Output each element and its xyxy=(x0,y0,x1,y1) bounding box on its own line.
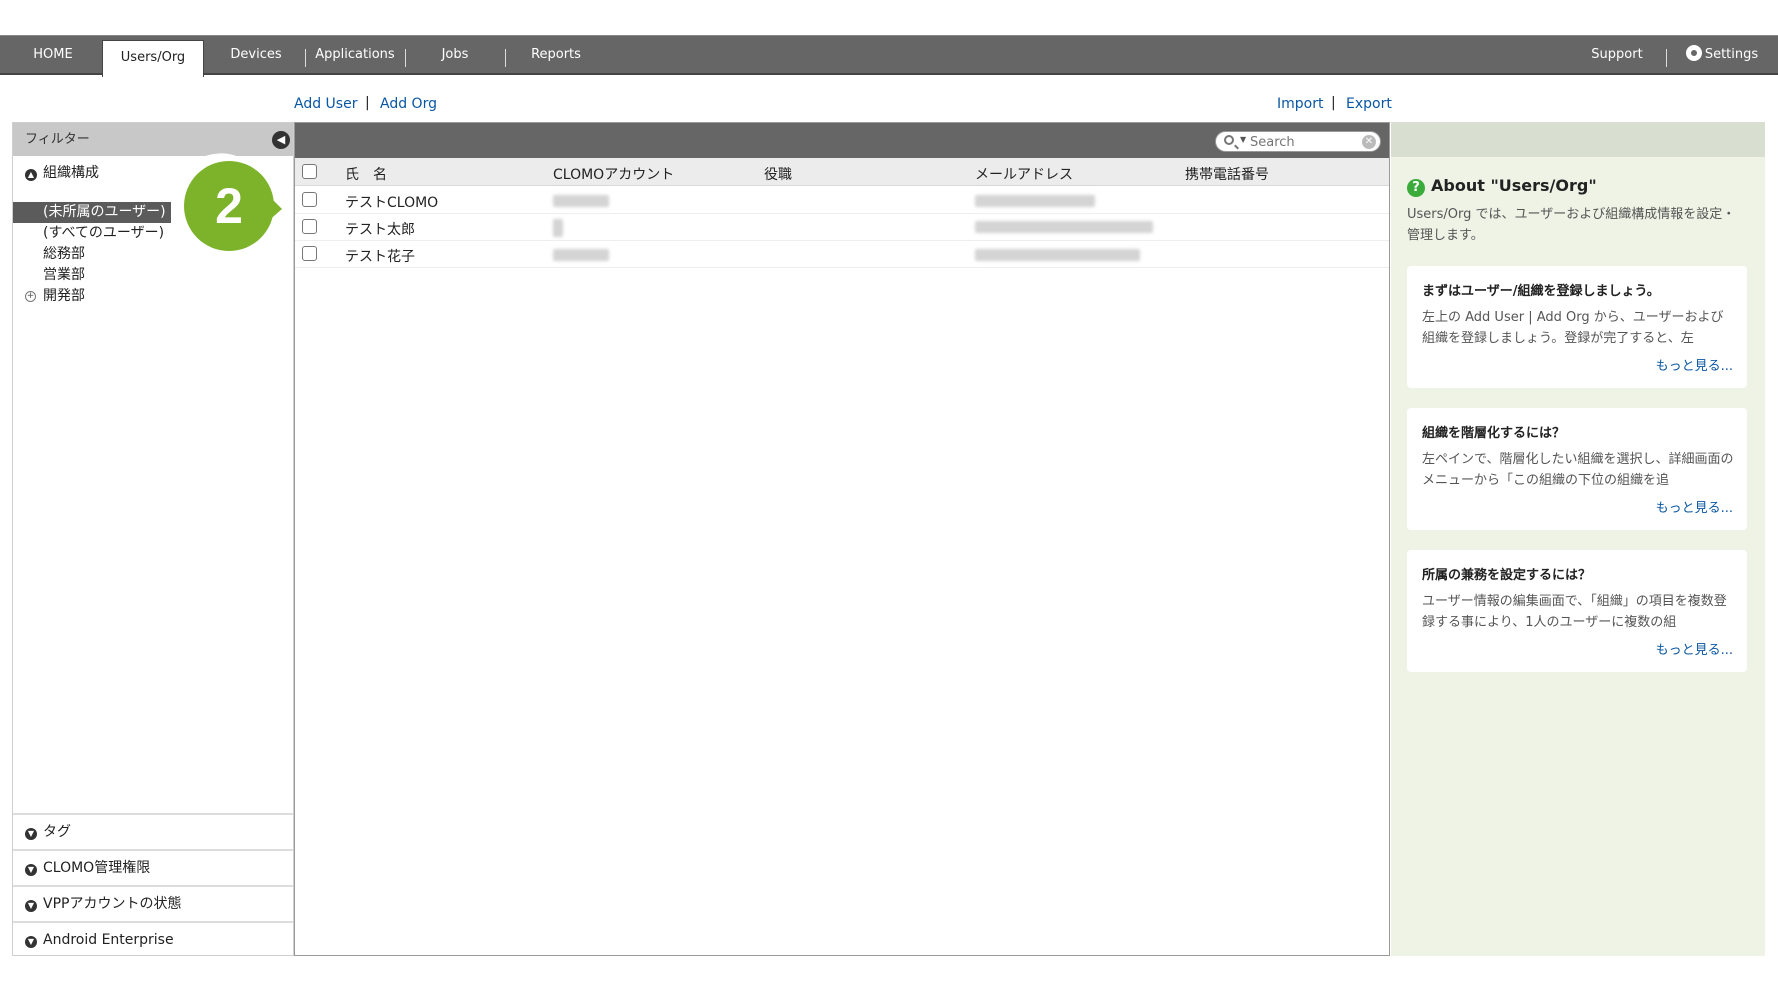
read-more-link[interactable]: もっと見る... xyxy=(1656,497,1733,516)
vpp-status-section[interactable]: ▼ VPPアカウントの状態 xyxy=(13,885,293,919)
export-link[interactable]: Export xyxy=(1346,96,1392,112)
column-mobile[interactable]: 携帯電話番号 xyxy=(1185,164,1269,184)
org-structure-label: 組織構成 xyxy=(43,165,99,181)
list-toolbar: ▼ ✕ xyxy=(295,123,1389,158)
column-email[interactable]: メールアドレス xyxy=(975,164,1073,184)
redacted-email xyxy=(975,249,1140,261)
card-body: ユーザー情報の編集画面で、「組織」の項目を複数登録する事により、1人のユーザーに… xyxy=(1422,594,1727,630)
column-account[interactable]: CLOMOアカウント xyxy=(553,164,674,184)
chevron-down-icon: ▼ xyxy=(25,936,37,948)
nav-separator xyxy=(505,49,506,67)
table-row[interactable]: テストCLOMO xyxy=(295,187,1389,214)
org-item-sales[interactable]: 営業部 xyxy=(13,265,213,286)
read-more-link[interactable]: もっと見る... xyxy=(1656,639,1733,658)
admin-permission-section[interactable]: ▼ CLOMO管理権限 xyxy=(13,849,293,883)
info-title: ? About "Users/Org" xyxy=(1407,176,1597,197)
info-card: 組織を階層化するには？ 左ペインで、階層化したい組織を選択し、詳細画面のメニュー… xyxy=(1407,408,1747,530)
column-name[interactable]: 氏 名 xyxy=(345,164,387,184)
list-header: 氏 名 CLOMOアカウント 役職 メールアドレス 携帯電話番号 xyxy=(295,158,1389,186)
collapse-pane-button[interactable]: ◀ xyxy=(272,131,290,149)
chevron-down-icon: ▼ xyxy=(25,828,37,840)
redacted-account xyxy=(553,219,563,237)
gear-icon xyxy=(1687,47,1700,59)
nav-separator xyxy=(405,49,406,67)
info-pane-header xyxy=(1391,122,1765,157)
filter-title: フィルター xyxy=(25,132,90,147)
user-name: テスト花子 xyxy=(345,249,415,265)
card-title: 組織を階層化するには？ xyxy=(1422,426,1566,441)
search-box[interactable]: ▼ ✕ xyxy=(1215,131,1381,152)
nav-applications[interactable]: Applications xyxy=(312,36,398,74)
chevron-up-icon: ▲ xyxy=(25,169,37,181)
vpp-status-label: VPPアカウントの状態 xyxy=(43,896,182,912)
row-checkbox[interactable] xyxy=(302,219,317,234)
row-checkbox[interactable] xyxy=(302,246,317,261)
nav-reports[interactable]: Reports xyxy=(518,36,594,74)
nav-devices[interactable]: Devices xyxy=(220,36,292,74)
card-title: 所属の兼務を設定するには？ xyxy=(1422,568,1592,583)
action-separator: | xyxy=(1331,95,1336,111)
android-enterprise-section[interactable]: ▼ Android Enterprise xyxy=(13,921,293,955)
nav-separator xyxy=(1666,49,1667,67)
import-link[interactable]: Import xyxy=(1277,96,1323,112)
chevron-down-icon: ▼ xyxy=(25,900,37,912)
android-enterprise-label: Android Enterprise xyxy=(43,932,174,948)
user-name: テスト太郎 xyxy=(345,222,415,238)
nav-jobs[interactable]: Jobs xyxy=(420,36,490,74)
read-more-link[interactable]: もっと見る... xyxy=(1656,355,1733,374)
info-card: 所属の兼務を設定するには？ ユーザー情報の編集画面で、「組織」の項目を複数登録す… xyxy=(1407,550,1747,672)
tag-section-label: タグ xyxy=(43,824,71,840)
redacted-email xyxy=(975,221,1153,233)
info-description: Users/Org では、ユーザーおよび組織構成情報を設定・管理します。 xyxy=(1407,207,1736,243)
clear-search-icon[interactable]: ✕ xyxy=(1362,135,1376,149)
settings-label: Settings xyxy=(1704,47,1759,62)
search-input[interactable] xyxy=(1250,134,1350,150)
help-icon: ? xyxy=(1407,179,1425,197)
org-item-development[interactable]: + 開発部 xyxy=(13,286,213,307)
info-card: まずはユーザー/組織を登録しましょう。 左上の Add User | Add O… xyxy=(1407,266,1747,388)
org-item-development-label: 開発部 xyxy=(43,288,85,304)
dropdown-caret-icon[interactable]: ▼ xyxy=(1240,135,1246,144)
nav-users-org[interactable]: Users/Org xyxy=(102,40,204,77)
user-name: テストCLOMO xyxy=(345,195,439,211)
info-title-text: About "Users/Org" xyxy=(1431,176,1597,195)
search-icon xyxy=(1224,135,1234,145)
nav-home[interactable]: HOME xyxy=(18,36,88,74)
user-list-pane: ▼ ✕ 氏 名 CLOMOアカウント 役職 メールアドレス 携帯電話番号 テスト… xyxy=(294,122,1390,956)
nav-separator xyxy=(305,49,306,67)
card-title: まずはユーザー/組織を登録しましょう。 xyxy=(1422,284,1660,299)
step-callout: 2 xyxy=(174,153,282,258)
admin-permission-label: CLOMO管理権限 xyxy=(43,860,151,876)
card-body: 左ペインで、階層化したい組織を選択し、詳細画面のメニューから「この組織の下位の組… xyxy=(1422,452,1734,488)
info-pane: ? About "Users/Org" Users/Org では、ユーザーおよび組… xyxy=(1391,122,1765,956)
top-navigation-bar: HOME Users/Org Devices Applications Jobs… xyxy=(0,35,1778,77)
redacted-account xyxy=(553,195,609,207)
add-user-link[interactable]: Add User xyxy=(294,96,357,112)
nav-support[interactable]: Support xyxy=(1582,36,1652,74)
add-org-link[interactable]: Add Org xyxy=(380,96,437,112)
table-row[interactable]: テスト花子 xyxy=(295,241,1389,268)
select-all-checkbox[interactable] xyxy=(302,164,317,179)
action-separator: | xyxy=(365,95,370,111)
card-body: 左上の Add User | Add Org から、ユーザーおよび組織を登録しま… xyxy=(1422,310,1724,346)
column-title[interactable]: 役職 xyxy=(764,164,792,184)
table-row[interactable]: テスト太郎 xyxy=(295,214,1389,241)
tag-section[interactable]: ▼ タグ xyxy=(13,813,293,847)
redacted-account xyxy=(553,249,609,261)
org-item-unassigned[interactable]: (未所属のユーザー) xyxy=(13,202,171,223)
nav-settings[interactable]: Settings xyxy=(1680,36,1766,74)
chevron-down-icon: ▼ xyxy=(25,864,37,876)
redacted-email xyxy=(975,195,1095,207)
row-checkbox[interactable] xyxy=(302,192,317,207)
expand-plus-icon[interactable]: + xyxy=(25,291,36,302)
callout-number: 2 xyxy=(215,178,243,234)
